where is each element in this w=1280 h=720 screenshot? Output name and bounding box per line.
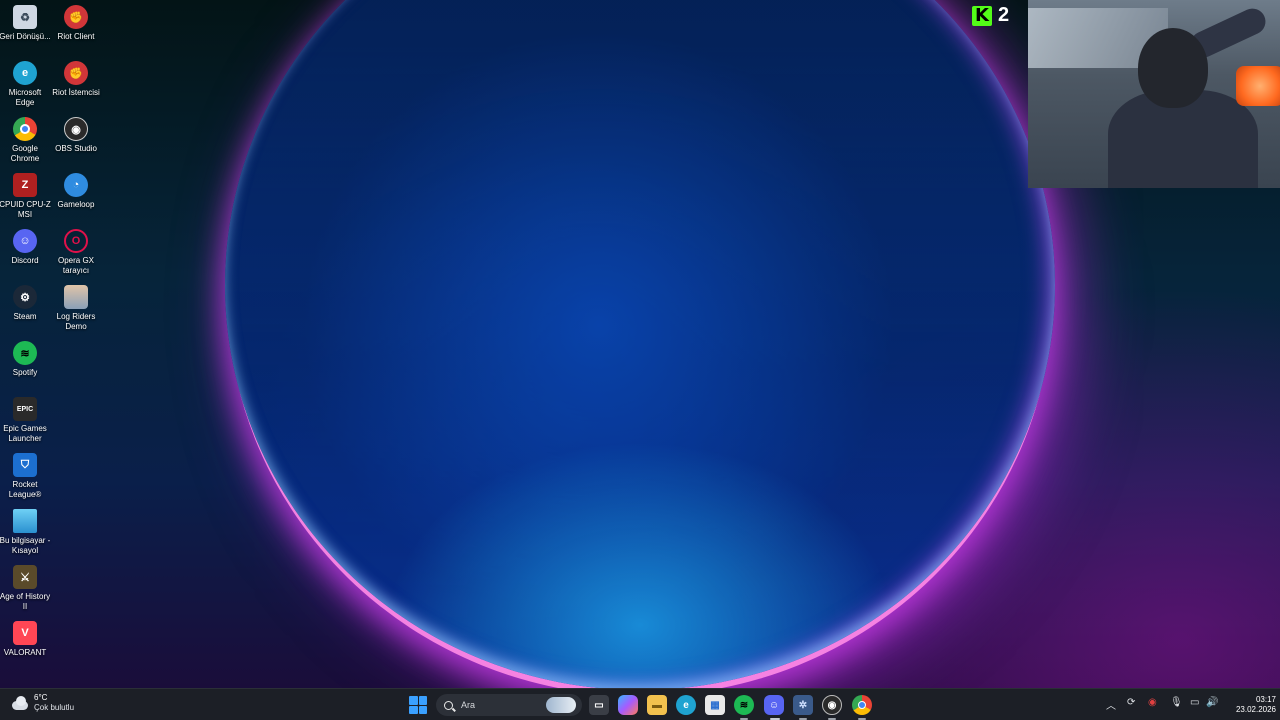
microsoft-store-icon[interactable]: ▦ [705, 695, 725, 715]
rocket-league-icon: ⛉ [13, 453, 37, 477]
kick-viewer-badge: K 2 [972, 4, 1009, 27]
desktop-icon-valorant[interactable]: V VALORANT [0, 621, 50, 658]
edge-icon[interactable]: e [676, 695, 696, 715]
valorant-icon: V [13, 621, 37, 645]
desktop-icon-label: Microsoft Edge [8, 88, 42, 107]
task-view-icon[interactable]: ▭ [589, 695, 609, 715]
microphone-icon[interactable]: 🎙 [1170, 697, 1183, 708]
gameloop-icon: ◔ [64, 173, 88, 197]
edge-icon: e [13, 61, 37, 85]
taskbar-search[interactable]: Ara [436, 694, 582, 716]
desktop-icon-label: Rocket League® [8, 480, 42, 499]
clock-date: 23.02.2026 [1235, 705, 1276, 714]
chrome-icon[interactable] [852, 695, 872, 715]
desktop-icon-rocket-league[interactable]: ⛉ Rocket League® [0, 453, 50, 500]
tray-sync-icon[interactable]: ⟳ [1127, 697, 1135, 708]
desktop-icon-microsoft-edge[interactable]: e Microsoft Edge [0, 61, 50, 108]
volume-icon[interactable]: 🔊 [1206, 697, 1218, 708]
desktop-icon-opera-gx[interactable]: O Opera GX tarayıcı [51, 229, 101, 276]
webcam-person-head [1138, 28, 1208, 108]
desktop-icon-riot-istemcisi[interactable]: ✊ Riot İstemcisi [51, 61, 101, 98]
desktop-icon-label: Bu bilgisayar - Kısayol [0, 536, 51, 555]
desktop-icon-obs-studio[interactable]: ◉ OBS Studio [51, 117, 101, 154]
riot-client-icon: ✊ [64, 5, 88, 29]
taskbar: 6°C Çok bulutlu Ara ▭ ▬ e ▦ ≋ ☺ ✲ ◉ ︿ ⟳ … [0, 688, 1280, 720]
spotify-icon: ≋ [13, 341, 37, 365]
desktop-icon-riot-client[interactable]: ✊ Riot Client [51, 5, 101, 42]
desktop-icon-label: Google Chrome [10, 144, 40, 163]
desktop-icon-label: Riot Client [57, 32, 95, 41]
search-highlight-icon [546, 697, 576, 713]
desktop-icon-label: Epic Games Launcher [3, 424, 47, 443]
weather-condition: Çok bulutlu [34, 703, 75, 712]
obs-icon: ◉ [64, 117, 88, 141]
desktop-icon-epic-games[interactable]: EPIC Epic Games Launcher [0, 397, 50, 444]
desktop-icon-label: Gameloop [57, 200, 95, 209]
desktop-icon-spotify[interactable]: ≋ Spotify [0, 341, 50, 378]
tray-overflow-chevron-icon[interactable]: ︿ [1106, 697, 1116, 712]
kick-logo-icon: K [972, 5, 992, 26]
desktop-icon-label: Riot İstemcisi [52, 88, 100, 97]
desktop-icon-label: VALORANT [3, 648, 47, 657]
wallpaper-orb [225, 0, 1055, 688]
desktop-icon-label: Discord [11, 256, 39, 265]
desktop-icon-age-of-history[interactable]: ⚔ Age of History II [0, 565, 50, 612]
desktop-icon-google-chrome[interactable]: Google Chrome [0, 117, 50, 164]
settings-app-icon[interactable]: ✲ [793, 695, 813, 715]
desktop-icon-label: Steam [13, 312, 37, 321]
epic-games-icon: EPIC [13, 397, 37, 421]
steam-icon: ⚙ [13, 285, 37, 309]
age-of-history-icon: ⚔ [13, 565, 37, 589]
weather-temperature: 6°C [34, 693, 48, 702]
spotify-icon[interactable]: ≋ [734, 695, 754, 715]
clock-time: 03:17 [1255, 695, 1276, 704]
cpuz-icon: Z [13, 173, 37, 197]
desktop-icon-steam[interactable]: ⚙ Steam [0, 285, 50, 322]
file-explorer-icon[interactable]: ▬ [647, 695, 667, 715]
desktop-icon-discord[interactable]: ☺ Discord [0, 229, 50, 266]
webcam-overlay [1028, 0, 1280, 188]
network-icon[interactable]: ▭ [1190, 697, 1199, 708]
opera-gx-icon: O [64, 229, 88, 253]
chrome-icon [13, 117, 37, 141]
viewer-count: 2 [998, 4, 1010, 26]
search-icon [444, 700, 453, 710]
desktop-icon-this-pc[interactable]: Bu bilgisayar - Kısayol [0, 509, 50, 556]
desktop-icon-label: Geri Dönüşü... [0, 32, 51, 41]
start-button[interactable] [409, 696, 427, 714]
search-placeholder: Ara [461, 700, 476, 710]
desktop-icon-label: Log Riders Demo [56, 312, 96, 331]
discord-icon[interactable]: ☺ [764, 695, 784, 715]
discord-icon: ☺ [13, 229, 37, 253]
riot-client-icon: ✊ [64, 61, 88, 85]
desktop-icon-label: Spotify [12, 368, 38, 377]
desktop-icon-label: CPUID CPU-Z MSI [0, 200, 51, 219]
desktop-icon-label: Opera GX tarayıcı [57, 256, 94, 275]
recycle-bin-icon: ♻ [13, 5, 37, 29]
desktop-icon-recycle-bin[interactable]: ♻ Geri Dönüşü... [0, 5, 51, 42]
copilot-icon[interactable] [618, 695, 638, 715]
tray-app-icon[interactable]: ◉ [1148, 697, 1157, 708]
log-riders-icon [64, 285, 88, 309]
desktop-icon-label: OBS Studio [55, 144, 97, 153]
webcam-lamp [1236, 66, 1280, 106]
desktop-icon-label: Age of History II [0, 592, 51, 611]
cloudy-weather-icon [10, 696, 30, 710]
desktop-icon-area: ♻ Geri Dönüşü... e Microsoft Edge Google… [0, 0, 110, 688]
obs-icon[interactable]: ◉ [822, 695, 842, 715]
weather-widget[interactable]: 6°C Çok bulutlu [10, 693, 74, 713]
desktop-icon-gameloop[interactable]: ◔ Gameloop [51, 173, 101, 210]
desktop-icon-cpuz[interactable]: Z CPUID CPU-Z MSI [0, 173, 51, 220]
taskbar-clock[interactable]: 03:17 23.02.2026 [1218, 695, 1276, 715]
this-pc-icon [13, 509, 37, 533]
desktop-icon-log-riders[interactable]: Log Riders Demo [51, 285, 101, 332]
